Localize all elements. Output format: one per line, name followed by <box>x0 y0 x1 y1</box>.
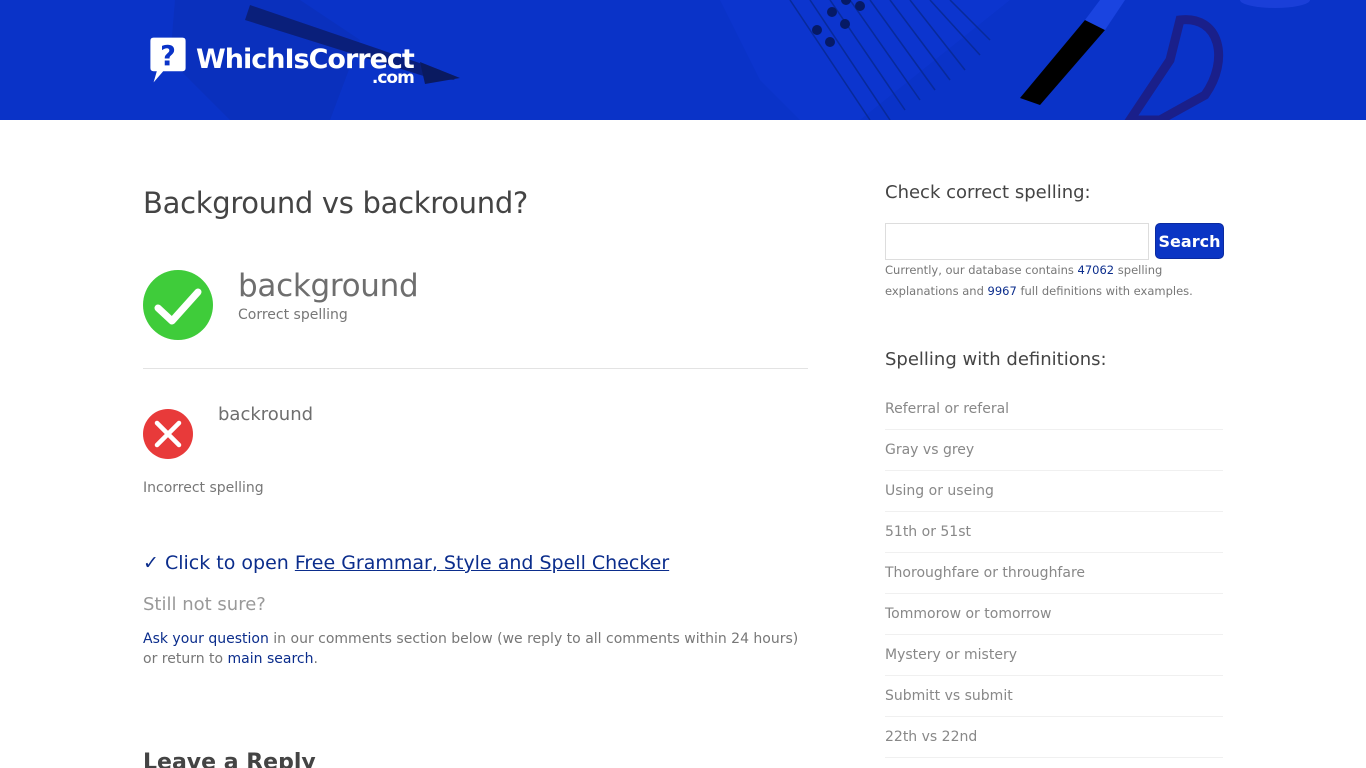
ask-question-link[interactable]: Ask your question <box>143 631 269 647</box>
leave-reply-heading: Leave a Reply <box>143 750 316 768</box>
definition-link[interactable]: Gray vs grey <box>885 442 974 458</box>
definition-link[interactable]: 51th or 51st <box>885 524 971 540</box>
correct-spelling-block: background Correct spelling <box>143 268 808 369</box>
definitions-count: 9967 <box>987 284 1017 298</box>
list-item: 51th or 51st <box>885 512 1223 553</box>
grammar-checker-promo: ✓ Click to open Free Grammar, Style and … <box>143 552 669 574</box>
list-item: 22th vs 22nd <box>885 717 1223 758</box>
incorrect-word: backround <box>218 404 314 425</box>
list-item: Tommorow or tomorrow <box>885 594 1223 635</box>
definitions-heading: Spelling with definitions: <box>885 349 1107 370</box>
search-button[interactable]: Search <box>1156 224 1223 258</box>
correct-word: background <box>238 268 419 304</box>
definition-link[interactable]: Tommorow or tomorrow <box>885 606 1052 622</box>
spelling-search-input[interactable] <box>885 223 1149 260</box>
definition-link[interactable]: 22th vs 22nd <box>885 729 977 745</box>
grammar-checker-link[interactable]: Free Grammar, Style and Spell Checker <box>295 552 669 574</box>
definition-link[interactable]: Using or useing <box>885 483 994 499</box>
question-bubble-icon: ? <box>150 37 186 83</box>
list-item: Referral or referal <box>885 389 1223 430</box>
incorrect-label: Incorrect spelling <box>143 480 264 496</box>
definition-link[interactable]: Thoroughfare or throughfare <box>885 565 1085 581</box>
check-circle-icon <box>143 270 213 340</box>
still-not-sure-heading: Still not sure? <box>143 594 266 615</box>
list-item: Gray vs grey <box>885 430 1223 471</box>
check-spelling-heading: Check correct spelling: <box>885 182 1091 203</box>
definition-link[interactable]: Mystery or mistery <box>885 647 1017 663</box>
svg-text:?: ? <box>160 41 176 72</box>
definitions-list: Referral or referal Gray vs grey Using o… <box>885 389 1223 758</box>
explanations-count: 47062 <box>1077 263 1115 277</box>
list-item: Using or useing <box>885 471 1223 512</box>
checker-prefix: ✓ Click to open <box>143 552 295 574</box>
correct-label: Correct spelling <box>238 307 348 323</box>
db-info-suffix: full definitions with examples. <box>1016 284 1193 298</box>
site-logo[interactable]: ? WhichIsCorrect .com <box>144 36 415 96</box>
ask-end-text: . <box>313 651 318 667</box>
db-info-prefix: Currently, our database contains <box>885 263 1078 277</box>
list-item: Mystery or mistery <box>885 635 1223 676</box>
list-item: Submitt vs submit <box>885 676 1223 717</box>
list-item: Thoroughfare or throughfare <box>885 553 1223 594</box>
definition-link[interactable]: Referral or referal <box>885 401 1009 417</box>
page-title: Background vs backround? <box>143 186 529 220</box>
ask-question-text: Ask your question in our comments sectio… <box>143 629 808 669</box>
x-circle-icon <box>143 409 193 459</box>
site-header: ? WhichIsCorrect .com <box>0 0 1366 120</box>
definition-link[interactable]: Submitt vs submit <box>885 688 1013 704</box>
database-info: Currently, our database contains 47062 s… <box>885 260 1223 302</box>
main-search-link[interactable]: main search <box>228 651 314 667</box>
